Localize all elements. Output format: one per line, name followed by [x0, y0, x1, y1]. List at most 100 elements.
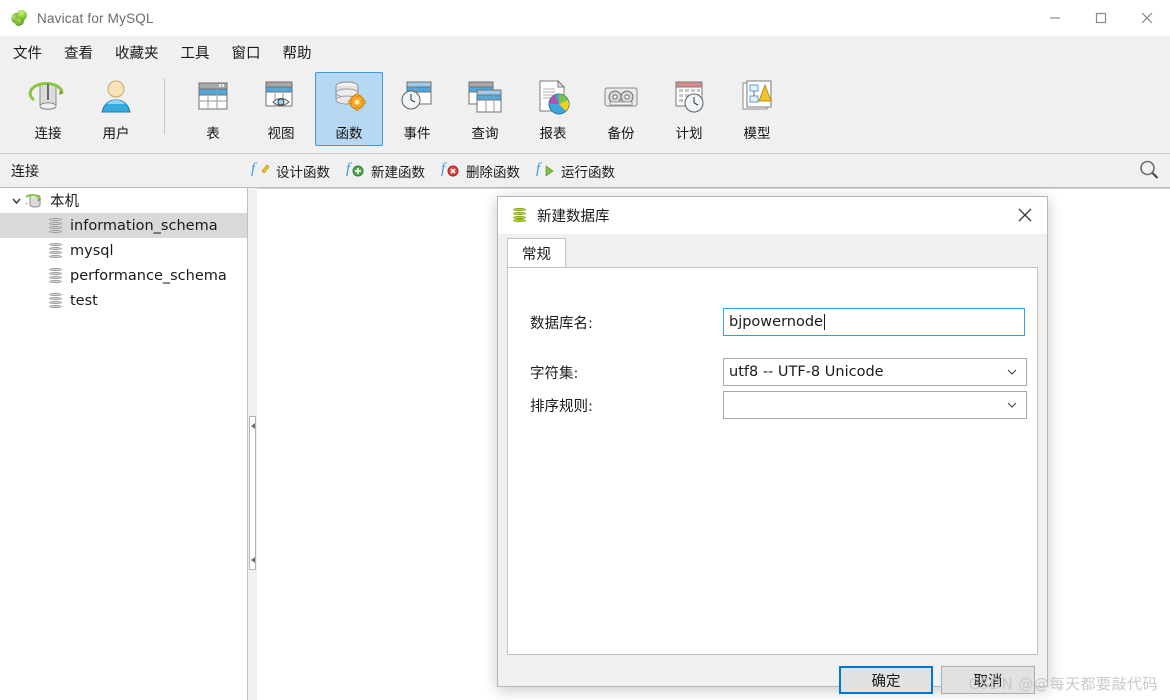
run-function-button[interactable]: f 运行函数	[536, 159, 615, 182]
toolbar-label: 用户	[102, 126, 130, 142]
toolbar-button-model[interactable]: 模型	[723, 72, 791, 146]
charset-label: 字符集:	[530, 366, 579, 382]
toolbar-button-table[interactable]: 表	[179, 72, 247, 146]
toolbar-label: 视图	[267, 126, 295, 142]
tree-node-localhost[interactable]: 本机	[0, 188, 247, 213]
menu-item-tools[interactable]: 工具	[181, 39, 210, 66]
field-row-collation: 排序规则:	[530, 395, 593, 416]
toolbar-label: 备份	[607, 126, 635, 142]
field-row-charset: 字符集:	[530, 362, 578, 383]
toolbar-button-query[interactable]: 查询	[451, 72, 519, 146]
svg-text:f: f	[346, 161, 352, 177]
db-name-input[interactable]: bjpowernode	[723, 308, 1025, 336]
tree-item-mysql[interactable]: mysql	[0, 238, 247, 263]
menu-bar: 文件 查看 收藏夹 工具 窗口 帮助	[0, 36, 1170, 70]
window-controls	[1032, 0, 1170, 36]
db-name-label: 数据库名:	[530, 316, 593, 332]
dialog-footer: 确定 取消	[498, 655, 1047, 694]
text-caret	[823, 314, 825, 330]
charset-select[interactable]: utf8 -- UTF-8 Unicode	[723, 358, 1027, 386]
tree-item-test[interactable]: test	[0, 288, 247, 313]
collation-select[interactable]	[723, 391, 1027, 419]
new-function-icon: f	[346, 159, 366, 182]
delete-function-button[interactable]: f 删除函数	[441, 159, 520, 182]
toolbar-button-function[interactable]: 函数	[315, 72, 383, 146]
tree-item-information-schema[interactable]: information_schema	[0, 213, 247, 238]
toolbar-button-event[interactable]: 事件	[383, 72, 451, 146]
connections-panel-title: 连接	[11, 163, 39, 180]
watermark: CSDN @@每天都要敲代码	[968, 675, 1158, 693]
menu-item-help[interactable]: 帮助	[283, 39, 312, 66]
toolbar-button-user[interactable]: 用户	[82, 72, 150, 146]
design-function-button[interactable]: f 设计函数	[251, 159, 330, 182]
run-function-label: 运行函数	[561, 164, 615, 181]
function-icon	[329, 78, 369, 116]
toolbar-button-schedule[interactable]: 计划	[655, 72, 723, 146]
svg-text:f: f	[251, 161, 257, 177]
app-window: Navicat for MySQL 文件 查看 收藏夹 工具 窗口 帮助 连接 …	[0, 0, 1170, 700]
search-icon[interactable]	[1138, 159, 1160, 186]
connection-node-icon	[23, 193, 43, 209]
toolbar-label: 模型	[743, 126, 771, 142]
tree-item-label: mysql	[70, 242, 114, 259]
chevron-down-icon[interactable]	[1006, 359, 1018, 385]
tree-item-label: information_schema	[70, 217, 218, 234]
connection-icon	[28, 78, 68, 116]
table-icon	[193, 78, 233, 116]
backup-icon	[601, 78, 641, 116]
view-icon	[261, 78, 301, 116]
toolbar-separator	[164, 78, 165, 134]
toolbar-button-connection[interactable]: 连接	[14, 72, 82, 146]
toolbar-button-backup[interactable]: 备份	[587, 72, 655, 146]
panel-splitter[interactable]	[248, 188, 257, 700]
run-function-icon: f	[536, 159, 556, 182]
menu-item-favorites[interactable]: 收藏夹	[115, 39, 159, 66]
minimize-icon[interactable]	[1032, 0, 1078, 36]
dialog-title-bar: 新建数据库	[498, 197, 1047, 234]
collapse-arrow-icon	[251, 557, 255, 563]
database-green-icon	[511, 207, 528, 224]
main-toolbar: 连接 用户 表 视图 函数 事件 查询 报表 备份 计划 模型	[0, 69, 1170, 154]
collapse-arrow-icon	[251, 423, 255, 429]
tab-general[interactable]: 常规	[507, 238, 566, 267]
dialog-body: 数据库名: bjpowernode 字符集: utf8 -- UTF-8 Uni…	[507, 267, 1038, 655]
splitter-grip[interactable]	[249, 416, 256, 570]
sub-toolbar: 连接 f 设计函数 f 新建函数 f 删除函数 f 运行函数	[0, 154, 1170, 188]
db-name-value: bjpowernode	[729, 314, 823, 330]
chevron-down-icon[interactable]	[1006, 392, 1018, 418]
database-icon	[48, 293, 63, 308]
close-icon[interactable]	[1009, 200, 1041, 230]
toolbar-button-view[interactable]: 视图	[247, 72, 315, 146]
report-icon	[533, 78, 573, 116]
user-icon	[96, 78, 136, 116]
close-icon[interactable]	[1124, 0, 1170, 36]
toolbar-label: 连接	[34, 126, 62, 142]
new-database-dialog: 新建数据库 常规 数据库名: bjpowernode 字符集: utf8 -- …	[497, 196, 1048, 694]
database-icon	[48, 268, 63, 283]
toolbar-button-report[interactable]: 报表	[519, 72, 587, 146]
new-function-button[interactable]: f 新建函数	[346, 159, 425, 182]
collation-label: 排序规则:	[530, 399, 593, 415]
design-function-label: 设计函数	[276, 164, 330, 181]
ok-button[interactable]: 确定	[839, 666, 933, 694]
toolbar-label: 函数	[335, 126, 363, 142]
field-row-db-name: 数据库名:	[530, 312, 593, 333]
menu-item-file[interactable]: 文件	[13, 39, 42, 66]
title-bar: Navicat for MySQL	[0, 0, 1170, 36]
delete-function-icon: f	[441, 159, 461, 182]
database-icon	[48, 218, 63, 233]
database-icon	[48, 243, 63, 258]
maximize-icon[interactable]	[1078, 0, 1124, 36]
chevron-down-icon[interactable]	[6, 195, 26, 206]
menu-item-window[interactable]: 窗口	[232, 39, 261, 66]
model-icon	[737, 78, 777, 116]
connections-tree: 本机 information_schema mysql performance_…	[0, 188, 248, 700]
dialog-tabs: 常规	[507, 238, 1047, 267]
menu-item-view[interactable]: 查看	[64, 39, 93, 66]
toolbar-label: 计划	[675, 126, 703, 142]
tree-node-label: 本机	[50, 194, 79, 210]
function-actions: f 设计函数 f 新建函数 f 删除函数 f 运行函数	[251, 159, 631, 182]
query-icon	[465, 78, 505, 116]
tree-item-performance-schema[interactable]: performance_schema	[0, 263, 247, 288]
tree-item-label: test	[70, 292, 98, 309]
